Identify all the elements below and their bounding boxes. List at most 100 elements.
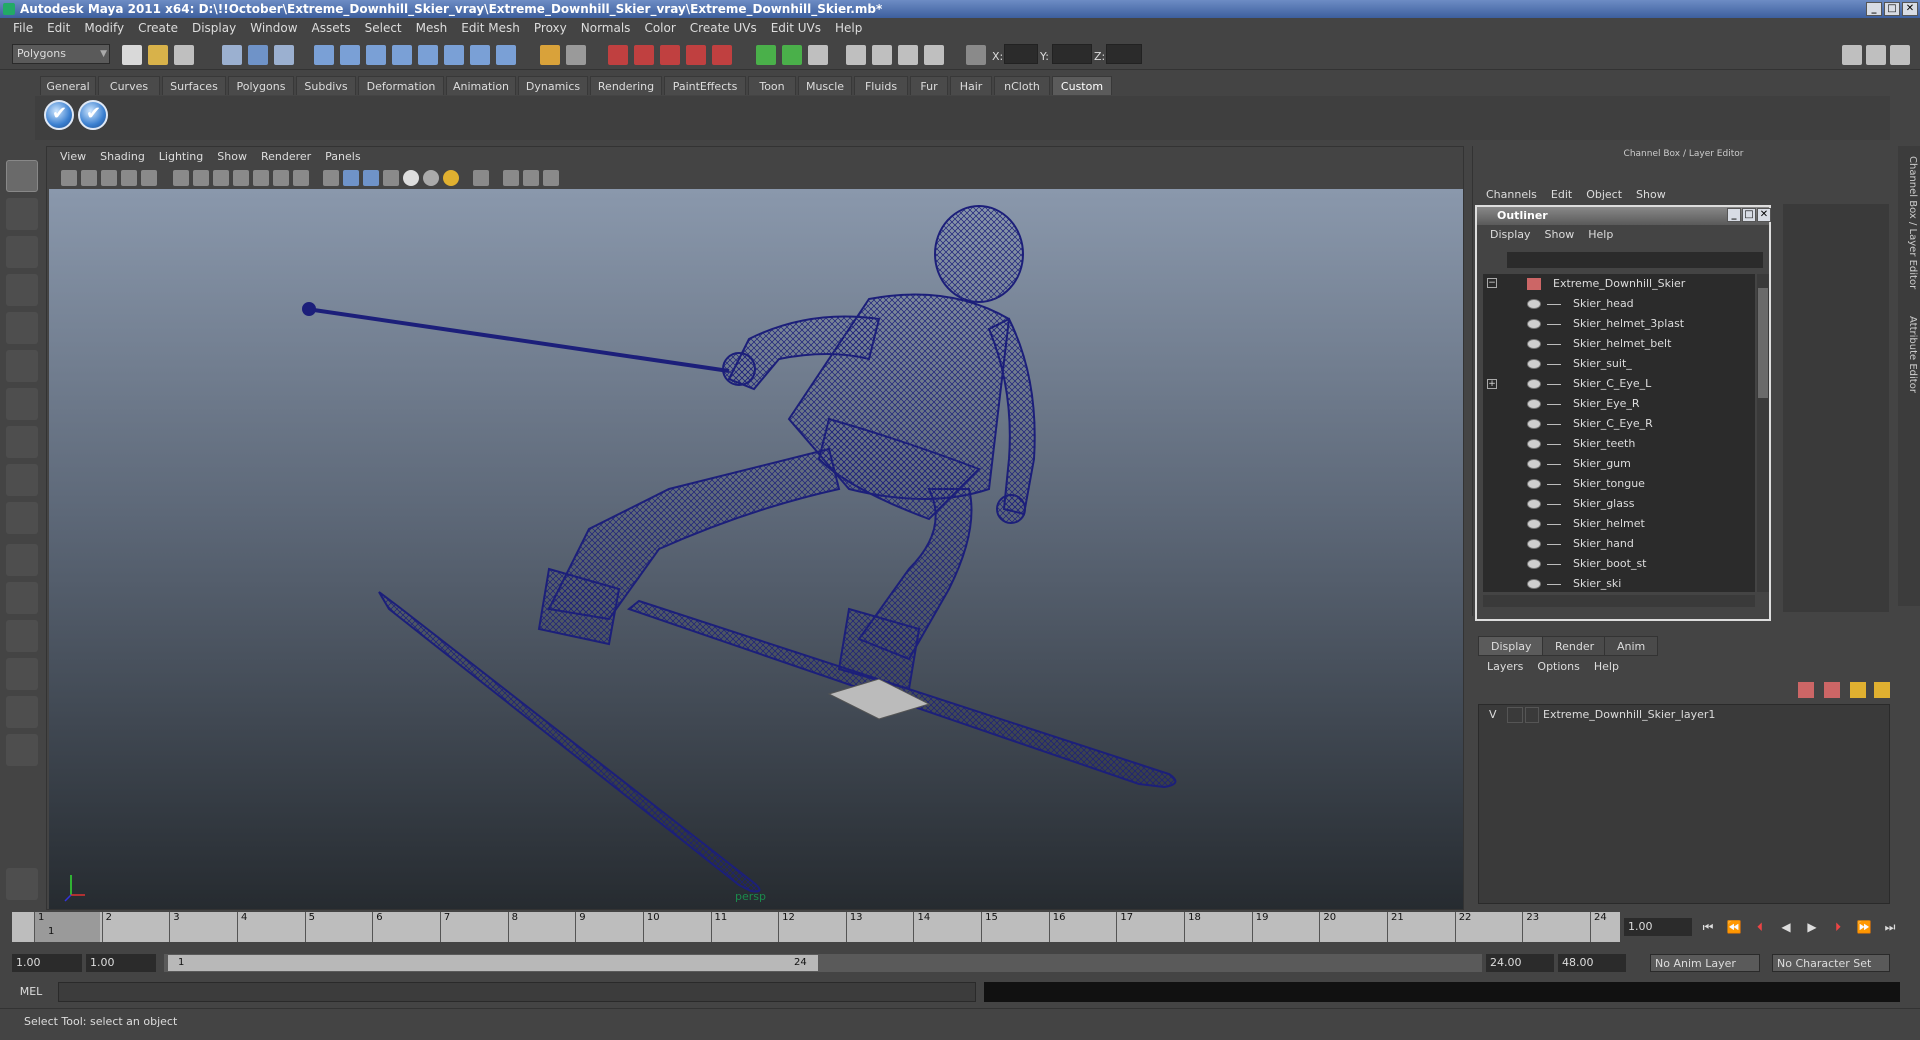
shelf-tab-fluids[interactable]: Fluids bbox=[854, 76, 908, 95]
history-icon[interactable] bbox=[540, 45, 560, 65]
shelf-tab-hair[interactable]: Hair bbox=[950, 76, 992, 95]
render-view-icon[interactable] bbox=[686, 45, 706, 65]
dope-sheet-layout-icon[interactable] bbox=[6, 734, 38, 766]
animation-start-field[interactable]: 1.00 bbox=[12, 954, 82, 972]
lasso-tool-icon[interactable] bbox=[6, 198, 38, 230]
script-language-toggle[interactable]: MEL bbox=[8, 982, 54, 1002]
minimize-button[interactable]: _ bbox=[1866, 2, 1882, 16]
single-perspective-layout-icon[interactable] bbox=[6, 544, 38, 576]
show-manipulator-tool-icon[interactable] bbox=[6, 464, 38, 496]
layer-menu-options[interactable]: Options bbox=[1530, 658, 1586, 676]
new-layer-selected-icon[interactable] bbox=[1824, 682, 1840, 698]
outliner-vertical-scrollbar[interactable] bbox=[1757, 274, 1769, 592]
outliner-root-item[interactable]: − Extreme_Downhill_Skier bbox=[1483, 274, 1755, 294]
viewport-menu-show[interactable]: Show bbox=[210, 147, 254, 167]
shelf-tab-deformation[interactable]: Deformation bbox=[358, 76, 444, 95]
last-tool-icon[interactable] bbox=[6, 502, 38, 534]
menu-assets[interactable]: Assets bbox=[305, 18, 358, 38]
menu-create-uvs[interactable]: Create UVs bbox=[683, 18, 764, 38]
help-icon[interactable] bbox=[496, 45, 516, 65]
expand-icon[interactable]: + bbox=[1487, 379, 1497, 389]
menu-create[interactable]: Create bbox=[131, 18, 185, 38]
new-layer-icon[interactable] bbox=[1798, 682, 1814, 698]
render-settings-icon[interactable] bbox=[660, 45, 680, 65]
list-item[interactable]: Skier_head bbox=[1483, 294, 1755, 314]
range-slider[interactable]: 1 24 bbox=[164, 954, 1482, 972]
layer-visibility-toggle[interactable]: V bbox=[1489, 708, 1497, 721]
menu-window[interactable]: Window bbox=[243, 18, 304, 38]
list-item[interactable]: Skier_hand bbox=[1483, 534, 1755, 554]
make-live-icon[interactable] bbox=[470, 45, 490, 65]
shelf-tab-curves[interactable]: Curves bbox=[98, 76, 160, 95]
xray-icon[interactable] bbox=[503, 170, 519, 186]
list-item[interactable]: Skier_suit_ bbox=[1483, 354, 1755, 374]
shelf-tab-custom[interactable]: Custom bbox=[1052, 76, 1112, 95]
open-scene-icon[interactable] bbox=[148, 45, 168, 65]
safe-title-icon[interactable] bbox=[293, 170, 309, 186]
list-item[interactable]: Skier_tongue bbox=[1483, 474, 1755, 494]
channel-menu-edit[interactable]: Edit bbox=[1544, 188, 1579, 202]
outliner-close-button[interactable]: ✕ bbox=[1757, 208, 1771, 222]
skier-wireframe-model[interactable] bbox=[49, 189, 1463, 909]
viewport-menu-shading[interactable]: Shading bbox=[93, 147, 152, 167]
all-lights-icon[interactable] bbox=[423, 170, 439, 186]
show-manipulator-icon[interactable] bbox=[846, 45, 866, 65]
channel-menu-show[interactable]: Show bbox=[1629, 188, 1673, 202]
outliner-menu-display[interactable]: Display bbox=[1483, 227, 1538, 243]
select-tool-icon[interactable] bbox=[6, 160, 38, 192]
shelf-tab-polygons[interactable]: Polygons bbox=[228, 76, 294, 95]
character-set-dropdown[interactable]: No Character Set bbox=[1772, 954, 1890, 972]
menu-file[interactable]: File bbox=[6, 18, 40, 38]
outliner-maximize-button[interactable]: □ bbox=[1742, 208, 1756, 222]
xray-joints-icon[interactable] bbox=[543, 170, 559, 186]
step-back-icon[interactable]: ⏪ bbox=[1724, 918, 1744, 936]
lock-selection-icon[interactable] bbox=[314, 45, 334, 65]
shelf-tab-animation[interactable]: Animation bbox=[446, 76, 516, 95]
channel-menu-channels[interactable]: Channels bbox=[1479, 188, 1544, 202]
range-slider-thumb[interactable]: 1 24 bbox=[168, 955, 818, 971]
play-forwards-icon[interactable]: ▶ bbox=[1802, 918, 1822, 936]
menu-select[interactable]: Select bbox=[358, 18, 409, 38]
shadows-icon[interactable] bbox=[443, 170, 459, 186]
shelf-tab-muscle[interactable]: Muscle bbox=[798, 76, 852, 95]
list-item[interactable]: Skier_helmet_belt bbox=[1483, 334, 1755, 354]
outliner-filter-input[interactable] bbox=[1507, 252, 1763, 268]
list-item[interactable]: Skier_teeth bbox=[1483, 434, 1755, 454]
shelf-tab-rendering[interactable]: Rendering bbox=[590, 76, 662, 95]
shelf-tab-painteffects[interactable]: PaintEffects bbox=[664, 76, 746, 95]
play-backwards-icon[interactable]: ◀ bbox=[1776, 918, 1796, 936]
film-gate-icon[interactable] bbox=[193, 170, 209, 186]
safe-action-icon[interactable] bbox=[273, 170, 289, 186]
paint-select-tool-icon[interactable] bbox=[6, 236, 38, 268]
hypershade-icon[interactable] bbox=[712, 45, 732, 65]
smooth-shade-icon[interactable] bbox=[343, 170, 359, 186]
rotate-tool-icon[interactable] bbox=[6, 312, 38, 344]
go-to-start-icon[interactable]: ⏮ bbox=[1698, 918, 1718, 936]
toggle-tool-settings-icon[interactable] bbox=[1866, 45, 1886, 65]
toggle-channel-box-icon[interactable] bbox=[1890, 45, 1910, 65]
bookmark-icon[interactable] bbox=[101, 170, 117, 186]
layer-type-toggle[interactable] bbox=[1507, 707, 1523, 723]
maximize-button[interactable]: □ bbox=[1884, 2, 1900, 16]
list-item[interactable]: Skier_ski bbox=[1483, 574, 1755, 592]
list-item[interactable]: Skier_glass bbox=[1483, 494, 1755, 514]
render-frame-icon[interactable] bbox=[608, 45, 628, 65]
channel-menu-object[interactable]: Object bbox=[1579, 188, 1629, 202]
custom-shelf-check-icon[interactable] bbox=[78, 100, 108, 130]
list-item[interactable]: Skier_gum bbox=[1483, 454, 1755, 474]
ipr-render-icon[interactable] bbox=[634, 45, 654, 65]
menu-normals[interactable]: Normals bbox=[574, 18, 638, 38]
shelf-tab-ncloth[interactable]: nCloth bbox=[994, 76, 1050, 95]
playback-start-field[interactable]: 1.00 bbox=[86, 954, 156, 972]
scrollbar-thumb[interactable] bbox=[1758, 288, 1768, 398]
menu-edit-uvs[interactable]: Edit UVs bbox=[764, 18, 828, 38]
gate-mask-icon[interactable] bbox=[233, 170, 249, 186]
playback-end-field[interactable]: 24.00 bbox=[1486, 954, 1554, 972]
menu-mesh[interactable]: Mesh bbox=[409, 18, 455, 38]
collapse-icon[interactable]: − bbox=[1487, 278, 1497, 288]
resolution-gate-icon[interactable] bbox=[213, 170, 229, 186]
create-layer-from-selection-icon[interactable] bbox=[1874, 682, 1890, 698]
wireframe-on-shaded-icon[interactable] bbox=[363, 170, 379, 186]
side-tab-attribute-editor[interactable]: Attribute Editor bbox=[1900, 316, 1918, 393]
default-lighting-icon[interactable] bbox=[403, 170, 419, 186]
